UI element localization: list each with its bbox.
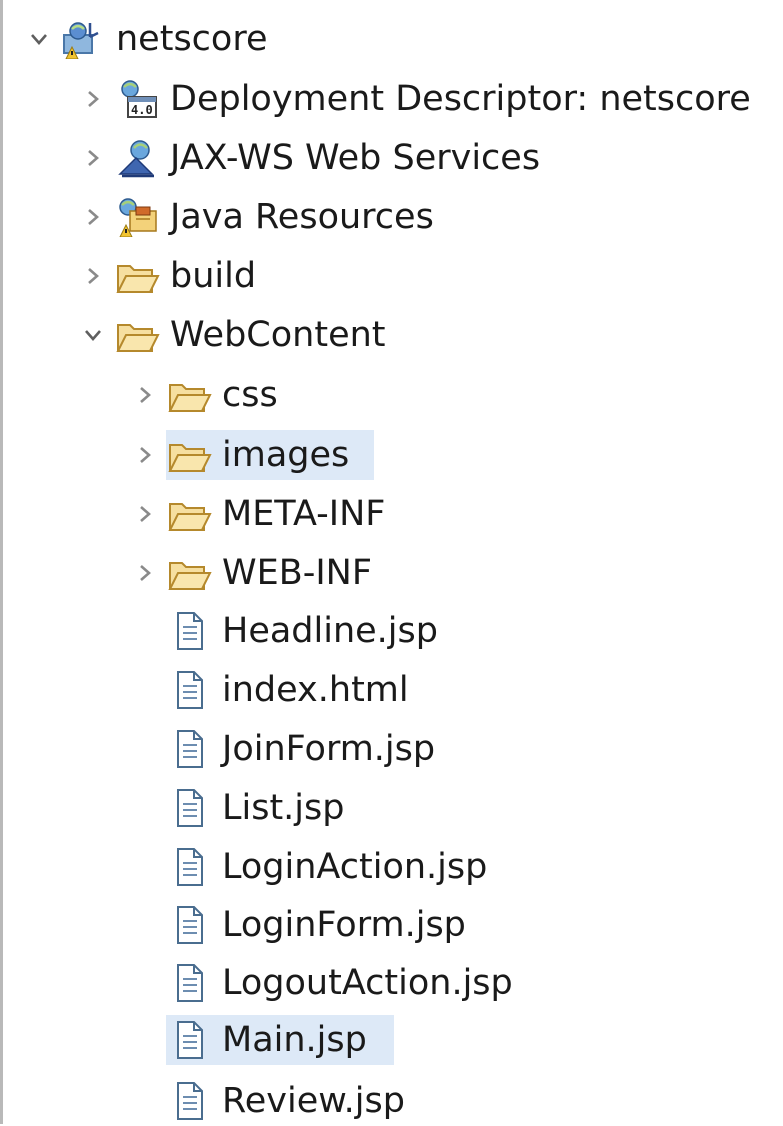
project-explorer-tree: netscore 4.0 Deployment Descriptor: nets… xyxy=(0,0,783,1124)
web-project-icon xyxy=(60,19,106,59)
folder-icon xyxy=(114,315,160,355)
tree-node-review-jsp[interactable]: Review.jsp xyxy=(134,1076,407,1126)
tree-node-java-resources[interactable]: Java Resources xyxy=(82,192,436,242)
tree-node-label: WebContent xyxy=(170,315,386,355)
chevron-down-icon[interactable] xyxy=(28,28,50,50)
tree-node-label: JAX-WS Web Services xyxy=(170,138,541,178)
tree-node-css[interactable]: css xyxy=(134,370,280,420)
jsp-file-icon xyxy=(166,905,212,945)
java-resources-icon xyxy=(114,197,160,237)
tree-node-label: Deployment Descriptor: netscore xyxy=(170,79,751,119)
tree-node-label: JoinForm.jsp xyxy=(222,729,436,769)
chevron-right-icon[interactable] xyxy=(134,562,156,584)
tree-node-label: netscore xyxy=(116,19,268,59)
chevron-right-icon[interactable] xyxy=(134,444,156,466)
chevron-right-icon[interactable] xyxy=(134,384,156,406)
tree-node-images[interactable]: images xyxy=(134,430,351,480)
jsp-file-icon xyxy=(166,788,212,828)
jsp-file-icon xyxy=(166,963,212,1003)
chevron-right-icon[interactable] xyxy=(82,88,104,110)
tree-node-label: css xyxy=(222,375,278,415)
tree-node-label: WEB-INF xyxy=(222,553,372,593)
chevron-down-icon[interactable] xyxy=(82,324,104,346)
jsp-file-icon xyxy=(166,1020,212,1060)
tree-node-label: Review.jsp xyxy=(222,1081,405,1121)
jsp-file-icon xyxy=(166,729,212,769)
tree-node-label: build xyxy=(170,256,257,296)
tree-node-label: LogoutAction.jsp xyxy=(222,963,513,1003)
tree-node-loginaction-jsp[interactable]: LoginAction.jsp xyxy=(134,842,489,892)
chevron-right-icon[interactable] xyxy=(82,206,104,228)
tree-node-netscore[interactable]: netscore xyxy=(28,14,269,64)
tree-node-main-jsp[interactable]: Main.jsp xyxy=(134,1015,369,1065)
tree-node-logoutaction-jsp[interactable]: LogoutAction.jsp xyxy=(134,958,515,1008)
tree-node-label: LoginForm.jsp xyxy=(222,905,466,945)
tree-node-headline-jsp[interactable]: Headline.jsp xyxy=(134,606,440,656)
folder-icon xyxy=(166,494,212,534)
web-services-icon xyxy=(114,138,160,178)
jsp-file-icon xyxy=(166,611,212,651)
tree-node-webcontent[interactable]: WebContent xyxy=(82,310,388,360)
folder-icon xyxy=(166,553,212,593)
tree-node-joinform-jsp[interactable]: JoinForm.jsp xyxy=(134,724,437,774)
folder-icon xyxy=(166,375,212,415)
tree-node-jax-ws-web-services[interactable]: JAX-WS Web Services xyxy=(82,133,542,183)
tree-node-label: List.jsp xyxy=(222,788,345,828)
html-file-icon xyxy=(166,670,212,710)
tree-node-label: index.html xyxy=(222,670,409,710)
jsp-file-icon xyxy=(166,1081,212,1121)
chevron-right-icon[interactable] xyxy=(82,147,104,169)
tree-node-index-html[interactable]: index.html xyxy=(134,665,411,715)
tree-node-label: images xyxy=(222,435,350,475)
tree-node-label: Main.jsp xyxy=(222,1020,367,1060)
chevron-right-icon[interactable] xyxy=(82,265,104,287)
tree-node-deployment-descriptor[interactable]: 4.0 Deployment Descriptor: netscore xyxy=(82,74,753,124)
deployment-descriptor-icon: 4.0 xyxy=(114,79,160,119)
folder-icon xyxy=(114,256,160,296)
svg-text:4.0: 4.0 xyxy=(131,103,153,117)
tree-node-label: Headline.jsp xyxy=(222,611,438,651)
chevron-right-icon[interactable] xyxy=(134,503,156,525)
tree-node-meta-inf[interactable]: META-INF xyxy=(134,489,387,539)
jsp-file-icon xyxy=(166,847,212,887)
tree-node-label: Java Resources xyxy=(170,197,434,237)
tree-node-build[interactable]: build xyxy=(82,251,258,301)
tree-node-web-inf[interactable]: WEB-INF xyxy=(134,548,374,598)
folder-icon xyxy=(166,435,212,475)
tree-node-list-jsp[interactable]: List.jsp xyxy=(134,783,346,833)
tree-node-loginform-jsp[interactable]: LoginForm.jsp xyxy=(134,900,468,950)
tree-node-label: META-INF xyxy=(222,494,386,534)
tree-node-label: LoginAction.jsp xyxy=(222,847,488,887)
